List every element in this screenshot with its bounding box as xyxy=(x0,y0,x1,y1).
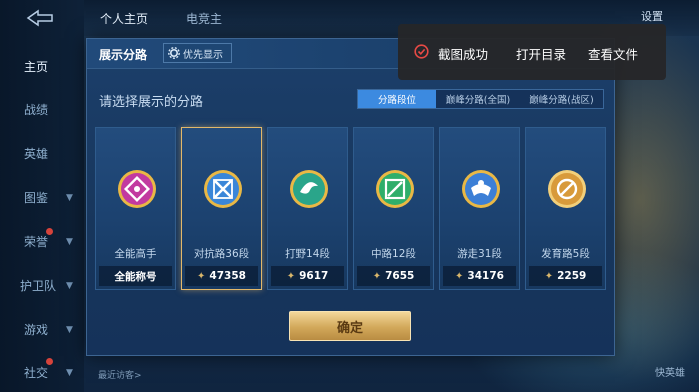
view-file-link[interactable]: 查看文件 xyxy=(588,44,638,63)
lane-card-jungle[interactable]: 打野14段 ✦ 9617 xyxy=(267,127,348,290)
lane-card-name: 全能高手 xyxy=(114,248,157,260)
lane-card-stat-value: 34176 xyxy=(467,270,504,282)
lane-card-name: 发育路5段 xyxy=(541,248,590,260)
toast-message: 截图成功 xyxy=(438,47,489,62)
rank-star-icon: ✦ xyxy=(197,270,206,282)
lane-card-roam[interactable]: 游走31段 ✦ 34176 xyxy=(439,127,520,290)
confirm-button[interactable]: 确定 xyxy=(289,311,411,341)
lane-card-stat: ✦ 7655 xyxy=(357,266,430,286)
lane-card-mid[interactable]: 中路12段 ✦ 7655 xyxy=(353,127,434,290)
chevron-down-icon: ▼ xyxy=(66,281,73,291)
lane-card-name: 打野14段 xyxy=(285,248,330,260)
farm-lane-emblem-icon xyxy=(548,170,586,208)
open-directory-link[interactable]: 打开目录 xyxy=(516,44,566,63)
mid-lane-emblem-icon xyxy=(376,170,414,208)
sidebar-item-codex[interactable]: 图鉴 xyxy=(24,189,48,206)
lane-card-name: 对抗路36段 xyxy=(193,248,250,260)
lane-card-stat: ✦ 2259 xyxy=(529,266,602,286)
lane-card-stat-value: 9617 xyxy=(299,270,329,282)
rank-star-icon: ✦ xyxy=(544,270,554,282)
check-circle-icon xyxy=(414,44,429,59)
sidebar-item-games[interactable]: 游戏 xyxy=(24,321,48,338)
all-round-emblem-icon xyxy=(118,170,156,208)
lane-card-stat: ✦ 9617 xyxy=(271,266,344,286)
notification-dot xyxy=(46,358,53,365)
display-lane-dialog: 展示分路 优先显示 请选择展示的分路 分路段位 巅峰分路(全国) 巅峰分路(战区… xyxy=(86,38,615,356)
lane-card-stat-value: 47358 xyxy=(209,270,246,282)
clash-lane-emblem-icon xyxy=(204,170,242,208)
lane-card-stat: ✦ 47358 xyxy=(185,266,258,286)
notification-dot xyxy=(46,228,53,235)
lane-card-stat-value: 2259 xyxy=(557,270,587,282)
tab-peak-region[interactable]: 巅峰分路(战区) xyxy=(520,90,603,108)
rank-star-icon: ✦ xyxy=(455,270,464,282)
lane-card-stat-value: 7655 xyxy=(385,270,415,282)
priority-display-label: 优先显示 xyxy=(183,49,223,61)
chevron-down-icon: ▼ xyxy=(66,368,73,378)
lane-card-stat: ✦ 34176 xyxy=(443,266,516,286)
lane-card-farm[interactable]: 发育路5段 ✦ 2259 xyxy=(525,127,606,290)
lane-card-all-round[interactable]: 全能高手 全能称号 xyxy=(95,127,176,290)
screenshot-toast: 截图成功 打开目录 查看文件 xyxy=(398,24,666,80)
roam-emblem-icon xyxy=(462,170,500,208)
quick-hero-button[interactable]: 快英雄 xyxy=(655,364,685,379)
tab-peak-national[interactable]: 巅峰分路(全国) xyxy=(436,90,520,108)
back-icon[interactable] xyxy=(22,8,58,28)
recent-visitors-link[interactable]: 最近访客> xyxy=(98,368,142,381)
rank-star-icon: ✦ xyxy=(286,270,296,282)
priority-display-button[interactable]: 优先显示 xyxy=(163,43,232,63)
sidebar-item-guard[interactable]: 护卫队 xyxy=(20,277,56,294)
sidebar-item-social[interactable]: 社交 xyxy=(24,364,48,381)
sidebar-item-home[interactable]: 主页 xyxy=(24,58,48,75)
jungle-emblem-icon xyxy=(290,170,328,208)
left-sidebar: 主页 战绩 英雄 图鉴 ▼ 荣誉 ▼ 护卫队 ▼ 游戏 ▼ 社交 ▼ xyxy=(0,0,84,392)
settings-button[interactable]: 设置 xyxy=(641,8,663,24)
lane-card-clash[interactable]: 对抗路36段 ✦ 47358 xyxy=(181,127,262,290)
lane-card-stat-value: 全能称号 xyxy=(114,270,157,283)
tab-lane-rank[interactable]: 分路段位 xyxy=(358,90,436,108)
segment-control: 分路段位 巅峰分路(全国) 巅峰分路(战区) xyxy=(357,89,604,109)
chevron-down-icon: ▼ xyxy=(66,325,73,335)
tab-esports[interactable]: 电竞主 xyxy=(186,10,222,27)
sidebar-item-record[interactable]: 战绩 xyxy=(24,101,48,118)
chevron-down-icon: ▼ xyxy=(66,193,73,203)
sidebar-item-heroes[interactable]: 英雄 xyxy=(24,145,48,162)
sidebar-item-honor[interactable]: 荣誉 xyxy=(24,233,48,250)
chevron-down-icon: ▼ xyxy=(66,237,73,247)
lane-card-name: 中路12段 xyxy=(371,248,416,260)
dialog-subtitle: 请选择展示的分路 xyxy=(99,95,204,110)
dialog-title: 展示分路 xyxy=(99,48,148,62)
rank-star-icon: ✦ xyxy=(372,270,382,282)
lane-card-name: 游走31段 xyxy=(457,248,502,260)
gear-icon xyxy=(168,47,180,59)
tab-personal-home[interactable]: 个人主页 xyxy=(100,10,148,27)
lane-card-stat: 全能称号 xyxy=(99,266,172,286)
